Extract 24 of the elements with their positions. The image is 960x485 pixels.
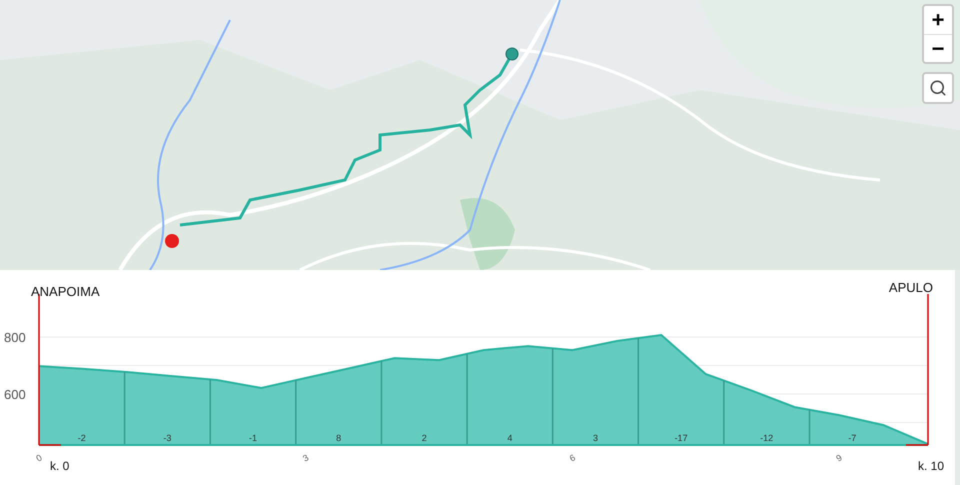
y-tick-label: 800 — [4, 330, 26, 346]
x-tick-label: 9 — [834, 452, 844, 464]
grade-label: -17 — [674, 433, 688, 443]
grade-label: -12 — [760, 433, 774, 443]
x-tick-label: 0 — [34, 452, 44, 464]
search-button[interactable] — [922, 72, 954, 104]
start-km-label: k. 0 — [50, 459, 70, 473]
grade-label: 8 — [336, 433, 342, 443]
end-place-label: APULO — [888, 280, 933, 295]
x-tick-label: 3 — [301, 452, 310, 464]
zoom-in-button[interactable]: + — [924, 6, 952, 34]
x-tick-label: 6 — [568, 452, 578, 464]
grade-label: -2 — [78, 433, 86, 443]
y-tick-label: 600 — [4, 387, 26, 402]
search-icon — [929, 79, 947, 97]
zoom-out-button[interactable]: − — [924, 34, 952, 62]
start-place-label: ANAPOIMA — [31, 284, 100, 299]
grade-label: 4 — [507, 433, 512, 443]
grade-label: 2 — [422, 433, 427, 443]
end-km-label: k. 10 — [918, 459, 944, 473]
grade-label: 3 — [592, 433, 598, 443]
grade-label: -1 — [249, 433, 258, 443]
grade-label: -7 — [848, 433, 856, 443]
grade-label: -3 — [163, 433, 172, 443]
